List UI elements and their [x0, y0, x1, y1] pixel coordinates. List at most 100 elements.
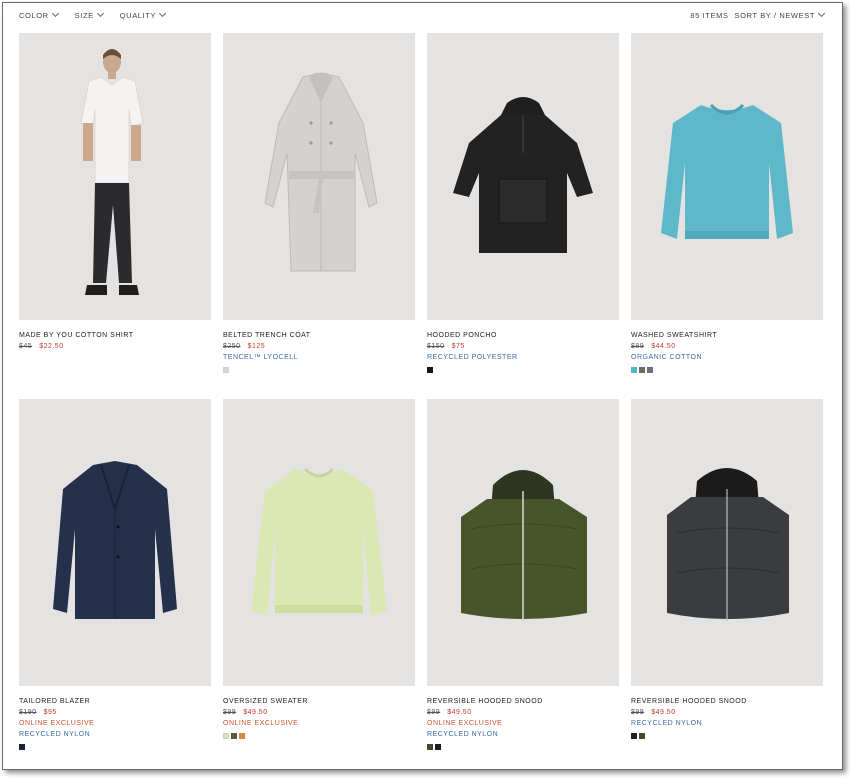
- online-exclusive-badge: ONLINE EXCLUSIVE: [427, 720, 503, 727]
- color-swatches: [223, 733, 415, 739]
- color-swatch[interactable]: [639, 733, 645, 739]
- sweater-illustration: [251, 467, 387, 615]
- color-swatch[interactable]: [647, 367, 653, 373]
- sort-dropdown[interactable]: SORT BY / NEWEST: [734, 9, 826, 20]
- product-image[interactable]: [427, 399, 619, 686]
- product-image[interactable]: [631, 399, 823, 686]
- product-info: OVERSIZED SWEATER $99 $49.50 ONLINE EXCL…: [223, 696, 415, 739]
- color-filter-label: COLOR: [19, 10, 49, 20]
- snood-black-illustration: [667, 468, 789, 621]
- color-swatch[interactable]: [639, 367, 645, 373]
- sort-label: SORT BY / NEWEST: [734, 10, 815, 20]
- product-info: MADE BY YOU COTTON SHIRT $45 $22.50: [19, 330, 211, 352]
- online-exclusive-badge: ONLINE EXCLUSIVE: [19, 720, 95, 727]
- item-count: 85 ITEMS: [690, 10, 729, 20]
- price-row: $150 $75: [427, 341, 619, 352]
- color-swatch[interactable]: [435, 744, 441, 750]
- filter-group: COLOR SIZE QUALITY: [19, 9, 182, 20]
- original-price: $190: [19, 709, 37, 716]
- original-price: $99: [223, 709, 237, 716]
- filter-toolbar: COLOR SIZE QUALITY 85 ITEMS SORT BY / NE…: [19, 8, 826, 22]
- product-card[interactable]: TAILORED BLAZER $190 $95 ONLINE EXCLUSIV…: [19, 399, 211, 750]
- product-name[interactable]: WASHED SWEATSHIRT: [631, 330, 823, 341]
- quality-filter[interactable]: QUALITY: [119, 9, 167, 20]
- sale-price: $125: [247, 343, 266, 350]
- color-swatch[interactable]: [223, 367, 229, 373]
- product-name[interactable]: REVERSIBLE HOODED SNOOD: [427, 696, 619, 707]
- chevron-down-icon: [159, 9, 167, 18]
- product-image[interactable]: [19, 33, 211, 320]
- sale-price: $75: [451, 343, 465, 350]
- product-card[interactable]: MADE BY YOU COTTON SHIRT $45 $22.50: [19, 33, 211, 352]
- color-swatches: [631, 367, 823, 373]
- product-name[interactable]: BELTED TRENCH COAT: [223, 330, 415, 341]
- chevron-down-icon: [51, 9, 59, 18]
- product-info: HOODED PONCHO $150 $75 RECYCLED POLYESTE…: [427, 330, 619, 373]
- online-exclusive-badge: ONLINE EXCLUSIVE: [223, 720, 299, 727]
- product-listing-page: COLOR SIZE QUALITY 85 ITEMS SORT BY / NE…: [2, 2, 843, 770]
- price-row: $89 $44.50: [631, 341, 823, 352]
- sale-price: $49.50: [651, 709, 676, 716]
- snood-green-illustration: [461, 470, 587, 621]
- product-card[interactable]: REVERSIBLE HOODED SNOOD $99 $49.50 RECYC…: [631, 399, 823, 739]
- chevron-down-icon: [96, 9, 104, 18]
- color-swatch[interactable]: [19, 744, 25, 750]
- product-name[interactable]: MADE BY YOU COTTON SHIRT: [19, 330, 211, 341]
- sale-price: $95: [43, 709, 57, 716]
- color-swatch[interactable]: [231, 733, 237, 739]
- product-name[interactable]: HOODED PONCHO: [427, 330, 619, 341]
- product-image[interactable]: [631, 33, 823, 320]
- chevron-down-icon: [817, 9, 826, 18]
- quality-filter-label: QUALITY: [119, 10, 157, 20]
- color-filter[interactable]: COLOR: [19, 9, 59, 20]
- product-info: WASHED SWEATSHIRT $89 $44.50 ORGANIC COT…: [631, 330, 823, 373]
- sale-price: $49.50: [243, 709, 268, 716]
- product-image[interactable]: [223, 33, 415, 320]
- size-filter[interactable]: SIZE: [74, 9, 104, 20]
- price-row: $99 $49.50: [223, 707, 415, 718]
- color-swatch[interactable]: [631, 367, 637, 373]
- product-card[interactable]: HOODED PONCHO $150 $75 RECYCLED POLYESTE…: [427, 33, 619, 373]
- price-row: $190 $95: [19, 707, 211, 718]
- price-row: $250 $125: [223, 341, 415, 352]
- material-label[interactable]: RECYCLED POLYESTER: [427, 352, 619, 363]
- product-image[interactable]: [19, 399, 211, 686]
- price-row: $99 $49.50: [631, 707, 823, 718]
- material-label[interactable]: RECYCLED NYLON: [631, 718, 823, 729]
- original-price: $99: [427, 709, 441, 716]
- original-price: $150: [427, 343, 445, 350]
- product-name[interactable]: TAILORED BLAZER: [19, 696, 211, 707]
- product-card[interactable]: WASHED SWEATSHIRT $89 $44.50 ORGANIC COT…: [631, 33, 823, 373]
- color-swatches: [19, 744, 211, 750]
- product-info: TAILORED BLAZER $190 $95 ONLINE EXCLUSIV…: [19, 696, 211, 750]
- product-image[interactable]: [223, 399, 415, 686]
- material-label[interactable]: TENCEL™ LYOCELL: [223, 352, 415, 363]
- material-label[interactable]: RECYCLED NYLON: [19, 729, 211, 740]
- price-row: $99 $49.50: [427, 707, 619, 718]
- color-swatch[interactable]: [631, 733, 637, 739]
- product-image[interactable]: [427, 33, 619, 320]
- product-card[interactable]: REVERSIBLE HOODED SNOOD $99 $49.50 ONLIN…: [427, 399, 619, 750]
- blazer-illustration: [53, 461, 177, 619]
- material-label[interactable]: RECYCLED NYLON: [427, 729, 619, 740]
- shirt-model-illustration: [80, 49, 144, 295]
- product-name[interactable]: REVERSIBLE HOODED SNOOD: [631, 696, 823, 707]
- material-label[interactable]: ORGANIC COTTON: [631, 352, 823, 363]
- color-swatch[interactable]: [223, 733, 229, 739]
- product-card[interactable]: BELTED TRENCH COAT $250 $125 TENCEL™ LYO…: [223, 33, 415, 373]
- product-name[interactable]: OVERSIZED SWEATER: [223, 696, 415, 707]
- original-price: $45: [19, 343, 33, 350]
- product-card[interactable]: OVERSIZED SWEATER $99 $49.50 ONLINE EXCL…: [223, 399, 415, 739]
- size-filter-label: SIZE: [74, 10, 94, 20]
- color-swatches: [427, 744, 619, 750]
- original-price: $99: [631, 709, 645, 716]
- trench-coat-illustration: [264, 72, 378, 272]
- sale-price: $22.50: [39, 343, 64, 350]
- product-info: REVERSIBLE HOODED SNOOD $99 $49.50 ONLIN…: [427, 696, 619, 750]
- color-swatch[interactable]: [427, 367, 433, 373]
- price-row: $45 $22.50: [19, 341, 211, 352]
- toolbar-right: 85 ITEMS SORT BY / NEWEST: [690, 9, 826, 20]
- color-swatch[interactable]: [427, 744, 433, 750]
- color-swatch[interactable]: [239, 733, 245, 739]
- original-price: $250: [223, 343, 241, 350]
